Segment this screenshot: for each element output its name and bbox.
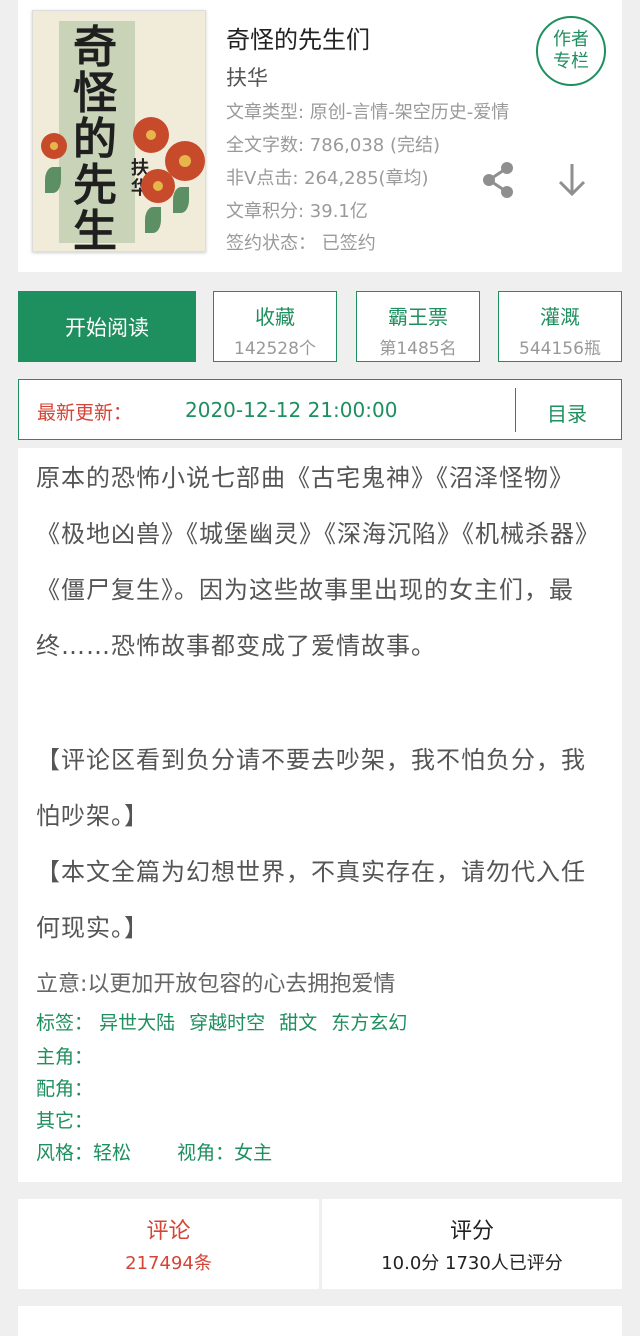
meta-score: 文章积分: 39.1亿 [226, 201, 368, 222]
rating-label: 评分 [449, 1219, 494, 1244]
favorite-label: 收藏 [255, 305, 295, 329]
flower-decoration [133, 117, 169, 153]
tickets-label: 霸王票 [388, 305, 448, 329]
synopsis-paragraph: 【本文全篇为幻想世界，不真实存在，请勿代入任何现实。】 [36, 858, 586, 942]
leaf-decoration [145, 207, 161, 233]
tag-link[interactable]: 东方玄幻 [331, 1012, 407, 1034]
supporting-label: 配角： [36, 1078, 94, 1100]
latest-update-time: 2020-12-12 21:00:00 [185, 398, 398, 422]
share-icon[interactable] [480, 160, 516, 200]
protagonist-label: 主角： [36, 1046, 94, 1068]
flower-decoration [141, 169, 175, 203]
watering-count: 544156瓶 [519, 339, 601, 359]
synopsis-card: 原本的恐怖小说七部曲《古宅鬼神》《沼泽怪物》《极地凶兽》《城堡幽灵》《深海沉陷》… [18, 448, 622, 1182]
book-cover[interactable]: 奇怪的先生們 扶华 [32, 10, 206, 252]
meta-contract: 签约状态： 已签约 [226, 233, 376, 254]
leaf-decoration [45, 167, 61, 193]
latest-update-bar[interactable]: 最新更新： 2020-12-12 21:00:00 目录 [18, 379, 622, 440]
synopsis-paragraph: 原本的恐怖小说七部曲《古宅鬼神》《沼泽怪物》《极地凶兽》《城堡幽灵》《深海沉陷》… [36, 464, 600, 660]
book-author[interactable]: 扶华 [226, 62, 268, 92]
flower-decoration [41, 133, 67, 159]
theme-statement: 立意:以更加开放包容的心去拥抱爱情 [36, 972, 396, 997]
tags-row: 标签： 异世大陆 穿越时空 甜文 东方玄幻 [36, 1008, 415, 1035]
comment-button[interactable]: 评论 217494条 [18, 1199, 319, 1289]
meta-clicks: 非V点击: 264,285(章均) [226, 168, 429, 189]
meta-type: 文章类型: 原创-言情-架空历史-爱情 [226, 102, 510, 123]
style-row: 风格：轻松 视角：女主 [36, 1138, 272, 1165]
tag-link[interactable]: 异世大陆 [99, 1012, 175, 1034]
rating-button[interactable]: 评分 10.0分 1730人已评分 [322, 1199, 622, 1289]
style-label: 风格： [36, 1142, 94, 1164]
book-info-card: 奇怪的先生們 扶华 奇怪的先生们 扶华 文章类型: 原创-言情-架空历史-爱情 … [18, 0, 622, 272]
comment-count: 217494条 [125, 1253, 212, 1274]
tag-link[interactable]: 穿越时空 [189, 1012, 265, 1034]
latest-update-label: 最新更新： [37, 402, 133, 424]
book-title: 奇怪的先生们 [226, 26, 370, 54]
tag-link[interactable]: 甜文 [279, 1012, 317, 1034]
synopsis-paragraph: 【评论区看到负分请不要去吵架，我不怕负分，我怕吵架。】 [36, 746, 586, 830]
leaf-decoration [173, 187, 189, 213]
watering-button[interactable]: 灌溉 544156瓶 [498, 291, 622, 362]
author-column-label: 作者 专栏 [553, 29, 589, 72]
comment-rating-card: 评论 217494条 评分 10.0分 1730人已评分 [18, 1199, 622, 1289]
start-reading-button[interactable]: 开始阅读 [18, 291, 196, 362]
start-reading-label: 开始阅读 [65, 315, 149, 340]
rating-value: 10.0分 1730人已评分 [381, 1253, 563, 1274]
perspective-label: 视角： [177, 1142, 235, 1164]
favorite-count: 142528个 [234, 339, 316, 359]
comment-label: 评论 [146, 1219, 191, 1244]
tags-label: 标签： [36, 1012, 94, 1034]
table-of-contents-button[interactable]: 目录 [547, 398, 587, 427]
favorite-button[interactable]: 收藏 142528个 [213, 291, 337, 362]
perspective-value: 女主 [234, 1142, 273, 1164]
meta-words: 全文字数: 786,038 (完结) [226, 135, 440, 156]
tickets-button[interactable]: 霸王票 第1485名 [356, 291, 480, 362]
other-label: 其它： [36, 1110, 94, 1132]
update-divider [515, 388, 516, 432]
next-section-card [18, 1306, 622, 1336]
download-icon[interactable] [554, 160, 590, 200]
watering-label: 灌溉 [540, 305, 580, 329]
author-column-button[interactable]: 作者 专栏 [536, 16, 606, 86]
style-value: 轻松 [93, 1142, 132, 1164]
cover-title: 奇怪的先生們 [73, 22, 117, 252]
tickets-rank: 第1485名 [379, 339, 457, 359]
